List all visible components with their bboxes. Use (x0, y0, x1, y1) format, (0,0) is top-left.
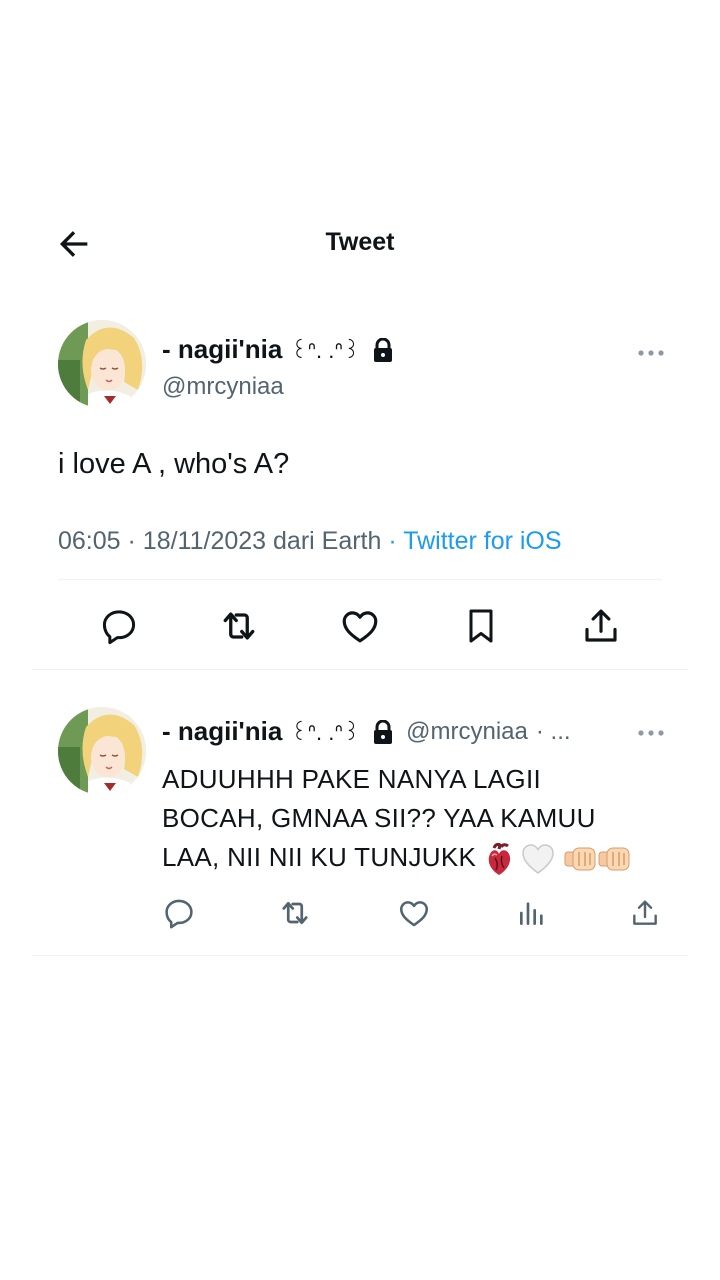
retweet-icon (223, 612, 255, 640)
reply-like-button[interactable] (395, 894, 433, 932)
avatar-image (58, 707, 146, 795)
display-name[interactable]: - nagii'nia (162, 334, 282, 365)
more-icon (638, 350, 664, 356)
divider (58, 579, 662, 580)
reply-share-button[interactable] (626, 894, 664, 932)
lock-icon (374, 337, 393, 362)
like-icon (342, 611, 378, 643)
reply-more-button[interactable] (636, 725, 666, 736)
page-title: Tweet (325, 228, 395, 256)
bookmark-icon (469, 609, 493, 643)
white-heart-icon (522, 844, 554, 875)
tweet-text: i love A , who's A? (58, 448, 290, 480)
reply-icon (165, 899, 193, 929)
reply-display-name[interactable]: - nagii'nia (162, 716, 282, 747)
reply-text-line: LAA, NII NII KU TUNJUKK (162, 838, 702, 877)
display-name-kaomoji: ꒰ᐢ. .ᐢ꒱ (290, 338, 361, 363)
reply-views-button[interactable] (513, 894, 551, 932)
reply-reply-button[interactable] (160, 894, 198, 932)
like-icon (399, 901, 429, 927)
reply-text-line: ADUUHHH PAKE NANYA LAGII (162, 764, 541, 794)
reply-button[interactable] (96, 604, 142, 648)
reply-author-row: - nagii'nia ꒰ᐢ. .ᐢ꒱ @mrcyniaa · ... (162, 716, 571, 747)
tweet-time: 06:05 (58, 527, 121, 555)
fist-bump-icon (598, 847, 630, 871)
lock-icon (374, 719, 393, 744)
reply-icon (102, 610, 136, 645)
author-name-row: - nagii'nia ꒰ᐢ. .ᐢ꒱ (162, 334, 394, 365)
more-button[interactable] (636, 345, 666, 356)
avatar-image (58, 320, 146, 408)
reply-handle[interactable]: @mrcyniaa (406, 718, 528, 746)
avatar[interactable] (58, 320, 146, 408)
reply-retweet-button[interactable] (276, 894, 314, 932)
fist-bump-icon (564, 847, 596, 871)
like-button[interactable] (337, 604, 383, 648)
reply-ellipsis: · ... (535, 717, 571, 745)
more-icon (638, 730, 664, 736)
anatomical-heart-icon (488, 843, 510, 876)
retweet-icon (282, 901, 308, 925)
tweet-date: 18/11/2023 dari Earth (142, 527, 382, 555)
divider (32, 955, 688, 956)
share-button[interactable] (578, 604, 624, 648)
reply-text: ADUUHHH PAKE NANYA LAGII BOCAH, GMNAA SI… (162, 760, 702, 877)
views-icon (520, 902, 543, 925)
retweet-button[interactable] (216, 604, 262, 648)
tweet-source[interactable]: Twitter for iOS (403, 527, 561, 555)
tweet-meta: 06:05 · 18/11/2023 dari Earth · Twitter … (58, 527, 562, 555)
author-handle[interactable]: @mrcyniaa (162, 373, 284, 401)
reply-avatar[interactable] (58, 707, 146, 795)
share-icon (585, 609, 617, 642)
bookmark-button[interactable] (458, 604, 504, 648)
share-icon (633, 900, 657, 925)
reply-kaomoji: ꒰ᐢ. .ᐢ꒱ (290, 720, 361, 745)
divider (32, 669, 688, 670)
reply-text-line: BOCAH, GMNAA SII?? YAA KAMUU (162, 803, 596, 833)
